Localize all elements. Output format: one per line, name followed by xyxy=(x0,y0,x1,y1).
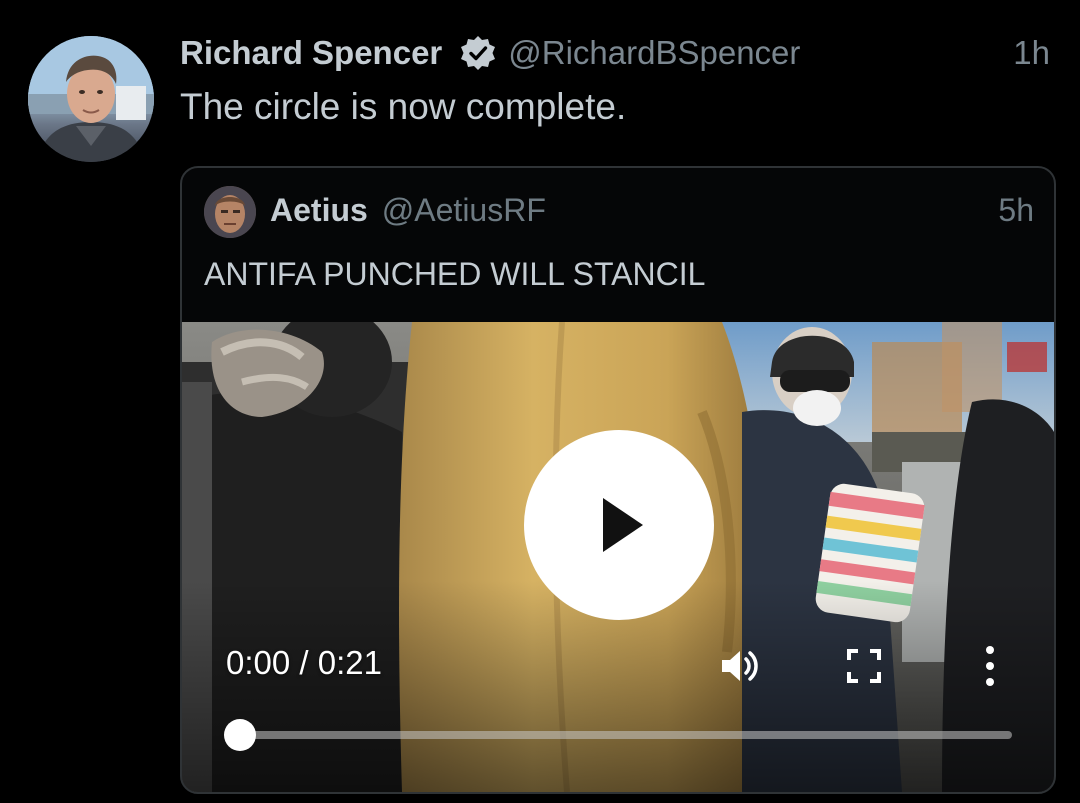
tweet-text: The circle is now complete. xyxy=(180,86,627,127)
quoted-author-handle[interactable]: @AetiusRF xyxy=(382,192,546,229)
author-handle[interactable]: @RichardBSpencer xyxy=(508,34,800,72)
fullscreen-icon[interactable] xyxy=(846,648,882,684)
more-vertical-icon[interactable] xyxy=(976,644,1004,688)
quoted-author-display-name[interactable]: Aetius xyxy=(270,192,368,229)
quoted-tweet[interactable]: Aetius @AetiusRF 5h ANTIFA PUNCHED WILL … xyxy=(180,166,1056,794)
video-progress-bar[interactable] xyxy=(240,731,1012,739)
video-player[interactable]: 0:00 / 0:21 xyxy=(182,322,1054,792)
tweet[interactable]: Richard Spencer @RichardBSpencer 1h The … xyxy=(0,0,1080,803)
video-progress-thumb[interactable] xyxy=(224,719,256,751)
tweet-time[interactable]: 1h xyxy=(1013,34,1050,72)
quoted-author-avatar[interactable] xyxy=(204,186,256,238)
verified-badge-icon xyxy=(460,35,496,71)
quoted-tweet-text: ANTIFA PUNCHED WILL STANCIL xyxy=(204,256,706,292)
author-display-name[interactable]: Richard Spencer xyxy=(180,34,442,72)
author-avatar[interactable] xyxy=(28,36,154,162)
quoted-tweet-header: Aetius @AetiusRF 5h xyxy=(270,188,1034,232)
play-button[interactable] xyxy=(524,430,714,620)
tweet-header: Richard Spencer @RichardBSpencer 1h xyxy=(180,30,1050,76)
play-icon xyxy=(603,498,643,552)
volume-icon[interactable] xyxy=(718,644,762,688)
video-timestamp: 0:00 / 0:21 xyxy=(226,644,382,681)
quoted-tweet-time[interactable]: 5h xyxy=(998,192,1034,229)
